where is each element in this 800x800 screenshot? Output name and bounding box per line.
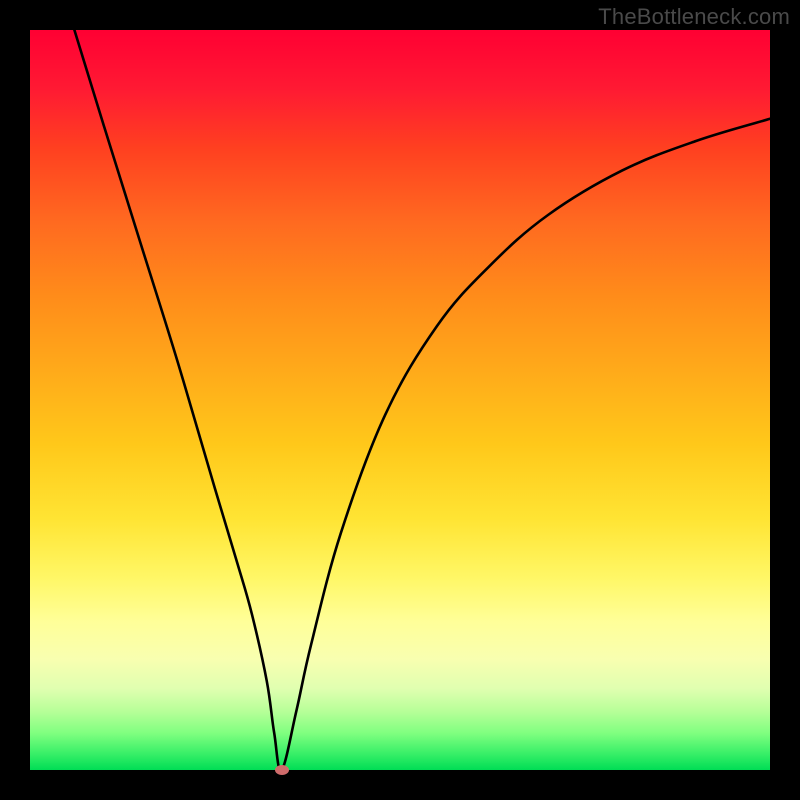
chart-gradient-area [30, 30, 770, 770]
watermark-text: TheBottleneck.com [598, 4, 790, 30]
min-point-dot [275, 765, 289, 775]
